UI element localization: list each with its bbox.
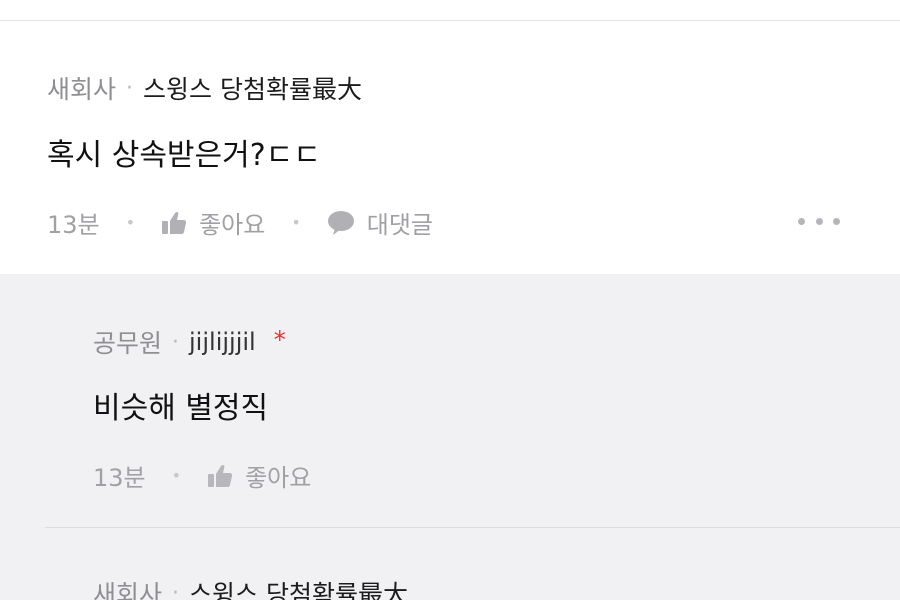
comment-thread: 새회사 · 스윙스 당첨확률最大 혹시 상속받은거?ㄷㄷ 13분 • 좋아요 •… bbox=[0, 0, 900, 600]
comment-time: 13분 bbox=[47, 211, 100, 239]
like-button[interactable]: 좋아요 bbox=[161, 205, 265, 240]
reply-company: 공무원 bbox=[93, 329, 163, 358]
comment-nickname[interactable]: 스윙스 당첨확률最大 bbox=[143, 70, 362, 106]
reply-company: 새회사 bbox=[93, 580, 163, 600]
meta-separator-dot: · bbox=[172, 580, 180, 600]
reply-section bbox=[0, 274, 900, 600]
reply-button[interactable]: 대댓글 bbox=[327, 205, 433, 240]
thumbs-up-icon bbox=[208, 464, 233, 487]
action-separator: • bbox=[291, 213, 301, 232]
action-separator: • bbox=[171, 466, 182, 485]
comment-actions: 13분 • 좋아요 • 대댓글 bbox=[47, 205, 433, 240]
more-horizontal-icon bbox=[833, 217, 840, 225]
reply-nickname[interactable]: jijlijjjil bbox=[189, 328, 256, 356]
reply-text: 비슷해 별정직 bbox=[93, 391, 269, 426]
like-label: 좋아요 bbox=[199, 211, 266, 239]
meta-separator-dot: · bbox=[126, 75, 134, 101]
comment-company: 새회사 bbox=[47, 75, 117, 104]
more-horizontal-icon bbox=[798, 217, 805, 225]
meta-separator-dot: · bbox=[172, 329, 180, 355]
thumbs-up-icon bbox=[162, 211, 187, 234]
like-button[interactable]: 좋아요 bbox=[207, 458, 311, 493]
comment-text: 혹시 상속받은거?ㄷㄷ bbox=[47, 138, 321, 173]
reply-time: 13분 bbox=[93, 464, 146, 492]
reply-meta: 공무원 · jijlijjjil * bbox=[93, 324, 286, 360]
reply-label: 대댓글 bbox=[366, 211, 433, 239]
speech-bubble-icon bbox=[327, 210, 354, 235]
more-horizontal-icon bbox=[815, 217, 823, 225]
more-options-button[interactable] bbox=[798, 210, 840, 232]
author-mark: * bbox=[273, 326, 286, 354]
comment-meta: 새회사 · 스윙스 당첨확률最大 bbox=[47, 70, 362, 106]
reply-meta: 새회사 · 스윙스 당첨확률最大 bbox=[93, 575, 408, 600]
reply-nickname[interactable]: 스윙스 당첨확률最大 bbox=[189, 575, 408, 600]
reply-divider bbox=[45, 527, 900, 528]
action-separator: • bbox=[125, 213, 136, 232]
like-label: 좋아요 bbox=[245, 464, 312, 492]
reply-actions: 13분 • 좋아요 bbox=[93, 458, 311, 493]
